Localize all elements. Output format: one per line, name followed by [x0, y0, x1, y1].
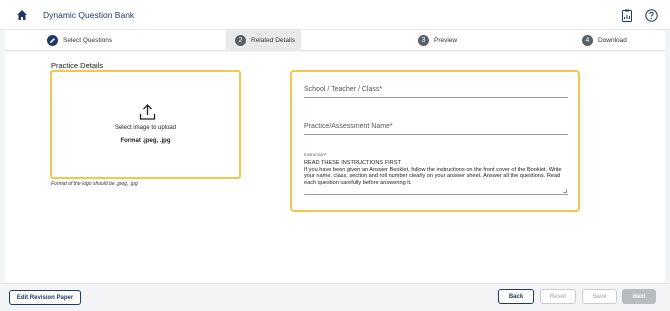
step-label: Related Details [251, 37, 296, 44]
instruction-label: Instruction* [304, 152, 327, 157]
step-label: Preview [434, 37, 458, 44]
report-icon[interactable] [621, 9, 633, 22]
field-label: School / Teacher / Class* [304, 86, 383, 93]
step-label: Download [598, 37, 627, 44]
logo-upload-dropzone[interactable]: Select image to upload Format .jpeg, .jp… [50, 70, 241, 179]
format-note: Format of the logo should be .jpeg, .jpg [51, 181, 138, 187]
footer-bar: Edit Revision Paper Back Reset Save Next [0, 283, 670, 311]
app-title: Dynamic Question Bank [43, 10, 135, 20]
resize-handle[interactable] [563, 189, 567, 193]
instruction-text: READ THESE INSTRUCTIONS FIRST If you hav… [304, 160, 562, 186]
step-number: 2 [235, 35, 246, 46]
back-button[interactable]: Back [498, 289, 534, 304]
step-preview[interactable]: 3 Preview [418, 30, 478, 51]
upload-icon [139, 104, 156, 120]
home-icon[interactable] [16, 9, 28, 21]
assessment-name-field[interactable]: Practice/Assessment Name* [304, 123, 568, 135]
step-related-details[interactable]: 2 Related Details [226, 30, 301, 51]
instruction-textarea[interactable]: Instruction* READ THESE INSTRUCTIONS FIR… [304, 152, 568, 195]
school-teacher-class-field[interactable]: School / Teacher / Class* [304, 86, 568, 98]
step-select-questions[interactable]: Select Questions [47, 30, 177, 51]
step-label: Select Questions [63, 37, 113, 44]
details-form: School / Teacher / Class* Practice/Asses… [290, 70, 580, 212]
pencil-icon [47, 35, 58, 46]
step-download[interactable]: 4 Download [582, 30, 652, 51]
upload-prompt: Select image to upload [114, 125, 177, 131]
field-label: Practice/Assessment Name* [304, 123, 393, 130]
step-number: 4 [582, 35, 593, 46]
step-number: 3 [418, 35, 429, 46]
top-bar: Dynamic Question Bank [0, 0, 670, 30]
upload-format: Format .jpeg, .jpg [120, 138, 171, 144]
next-button[interactable]: Next [622, 289, 656, 304]
help-icon[interactable] [645, 9, 658, 22]
reset-button[interactable]: Reset [540, 289, 576, 304]
save-button[interactable]: Save [582, 289, 617, 304]
stepper: Select Questions 2 Related Details 3 Pre… [5, 30, 665, 51]
edit-revision-paper-button[interactable]: Edit Revision Paper [9, 290, 81, 305]
section-title: Practice Details [51, 61, 104, 70]
